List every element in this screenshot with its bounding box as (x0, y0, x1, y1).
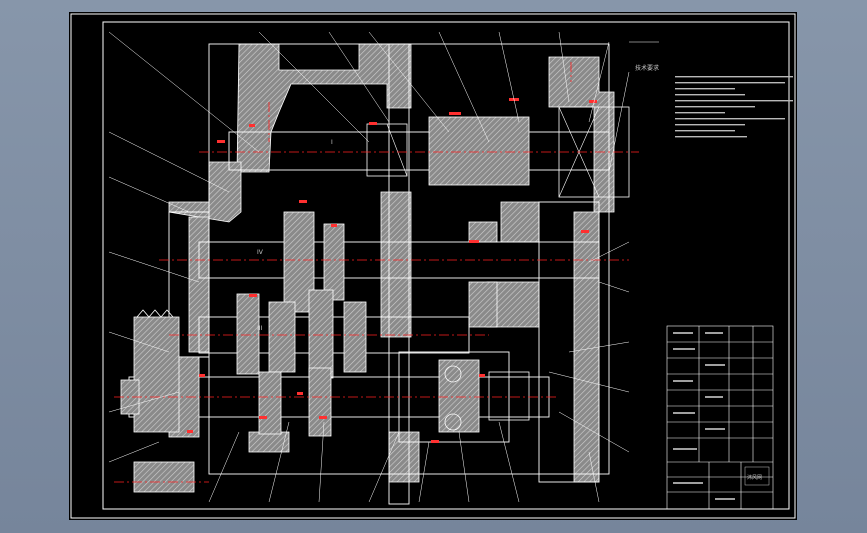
logo-stamp: 沐风网 (744, 466, 770, 486)
gearbox-housing (168, 43, 615, 483)
drawing-sheet: I IV III 技术要求 沐风网 (69, 12, 797, 520)
title-block-fill-marks (673, 332, 735, 500)
shaft-label-iii: III (257, 325, 263, 332)
title-block (666, 325, 774, 510)
tech-requirements-title: 技术要求 (635, 64, 659, 72)
gearbox-assembly-drawing: I IV III 技术要求 沐风网 (70, 13, 796, 519)
shaft-label-iv: IV (257, 249, 264, 256)
shaft-label-i: I (331, 139, 333, 146)
logo-text: 沐风网 (747, 474, 762, 481)
cad-viewport[interactable]: I IV III 技术要求 沐风网 (0, 0, 867, 533)
housing-outline (168, 43, 610, 505)
shaft-iii (198, 289, 470, 379)
tech-requirements-notes (675, 76, 793, 138)
